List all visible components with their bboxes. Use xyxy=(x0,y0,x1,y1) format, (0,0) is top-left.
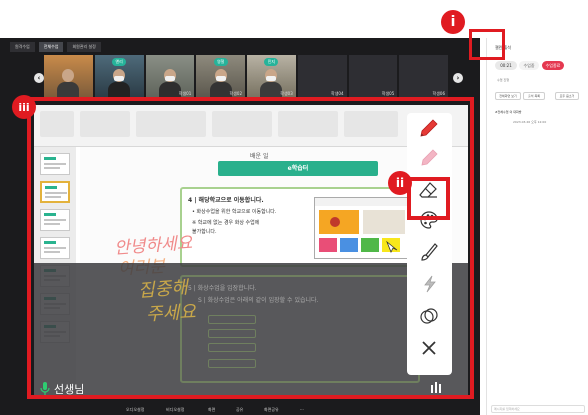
annotation-marker-3: iii xyxy=(12,95,36,119)
participant-tile[interactable]: 학생05 xyxy=(348,55,398,99)
prev-participants-button[interactable]: ‹ xyxy=(34,73,44,83)
tab-all-class[interactable]: 전체수업 xyxy=(38,42,64,52)
audio-settings-button[interactable]: 오디오설정 xyxy=(126,407,144,413)
participant-tile[interactable] xyxy=(44,55,93,99)
annotation-marker-2: ii xyxy=(388,171,412,195)
participant-tile[interactable]: 학생04 xyxy=(297,55,347,99)
participant-tile[interactable]: 앤리 xyxy=(94,55,144,99)
bottom-control-bar: 오디오설정 비디오설정 화면 공유 화면공유 ··· xyxy=(0,405,480,415)
next-participants-button[interactable]: › xyxy=(453,73,463,83)
chat-input[interactable]: 메시지를 입력하세요 xyxy=(491,405,585,413)
participant-tile[interactable]: 학생01 xyxy=(145,55,195,99)
more-button[interactable]: ··· xyxy=(300,407,304,412)
participant-badge: 앤리 xyxy=(112,58,127,66)
top-tabs: 원격수업 전체수업 회원관리 설정 xyxy=(10,42,101,52)
participant-strip: 앤리 학생01 영철 학생02 민지 학생03 학생04 학생05 학생06 xyxy=(44,55,448,99)
mute-all-button[interactable]: 모두 음소거 xyxy=(555,92,579,100)
panel-toggle-highlight xyxy=(469,29,505,60)
eraser-highlight xyxy=(407,177,450,220)
screen-share-button[interactable]: 화면공유 xyxy=(264,407,279,413)
tab-remote-class[interactable]: 원격수업 xyxy=(10,42,35,52)
tab-member-settings[interactable]: 회원관리 설정 xyxy=(67,42,101,52)
annotation-marker-1: i xyxy=(441,10,465,34)
fullscreen-button[interactable]: 전체화면 보기 xyxy=(495,92,521,100)
participant-tile[interactable]: 학생06 xyxy=(399,55,448,99)
participant-badge: 민지 xyxy=(264,58,279,66)
participant-tile[interactable]: 민지 학생03 xyxy=(247,55,296,99)
participant-tile[interactable]: 영철 학생02 xyxy=(196,55,245,99)
side-panel: 챌린 출석 00:21 수업중 수업종료 수업 진행 전체화면 보기 출석 목록… xyxy=(486,38,588,415)
video-settings-button[interactable]: 비디오설정 xyxy=(166,407,184,413)
end-class-button[interactable]: 수업종료 xyxy=(542,61,564,70)
screenshot-stage: 원격수업 전체수업 회원관리 설정 ‹ › 앤리 학생01 영철 학생02 민지… xyxy=(0,0,588,415)
chat-timestamp: 2023.03.26 오후 12:00 xyxy=(513,120,547,124)
status-pill: 수업중 xyxy=(519,61,539,70)
participant-badge: 영철 xyxy=(213,58,228,66)
shared-screen-highlight xyxy=(27,97,474,399)
screen-button[interactable]: 화면 xyxy=(208,407,215,413)
timer-pill: 00:21 xyxy=(495,61,517,70)
panel-tab-label[interactable]: 수업 진행 xyxy=(497,78,509,82)
chat-room-title: #전체수업 의 대화방 xyxy=(495,110,522,114)
attendance-list-button[interactable]: 출석 목록 xyxy=(523,92,545,100)
share-button[interactable]: 공유 xyxy=(236,407,243,413)
